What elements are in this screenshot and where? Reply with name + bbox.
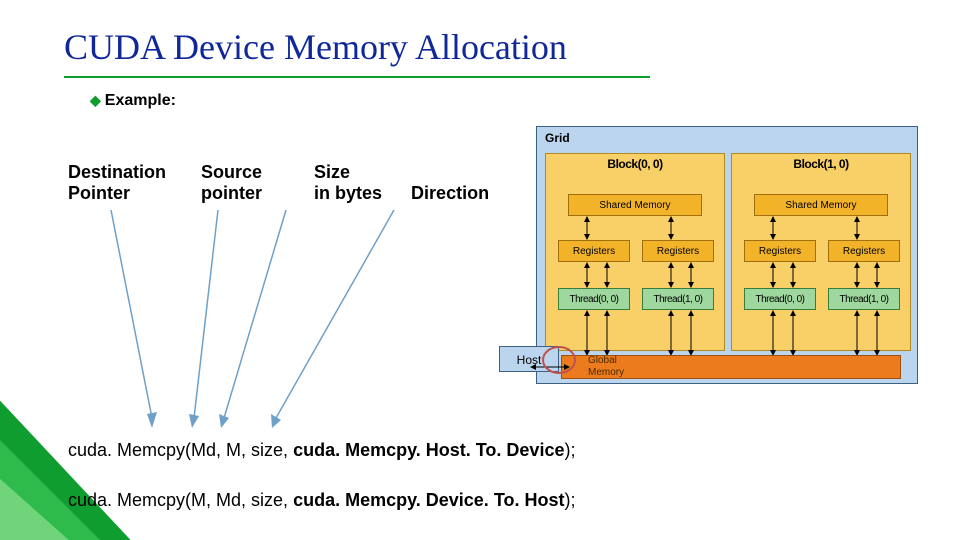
label-source: Source	[201, 162, 262, 182]
grid-label: Grid	[545, 131, 570, 145]
conn-thread-gmem-0a	[582, 310, 592, 356]
conn-shmem-reg-0b	[666, 216, 676, 240]
conn-thread-gmem-1d	[872, 310, 882, 356]
code1-bold: cuda. Memcpy. Host. To. Device	[293, 440, 564, 460]
shared-memory-1: Shared Memory	[754, 194, 888, 216]
conn-reg-thread-0d	[686, 262, 696, 288]
conn-reg-thread-1c	[852, 262, 862, 288]
conn-reg-thread-1b	[788, 262, 798, 288]
registers-1-0: Registers	[744, 240, 816, 262]
title-underline	[64, 76, 650, 78]
example-label: Example:	[105, 92, 176, 109]
label-direction: Direction	[411, 183, 489, 203]
registers-0-1: Registers	[642, 240, 714, 262]
conn-reg-thread-1a	[768, 262, 778, 288]
arrow-direction	[264, 210, 404, 428]
code2-bold: cuda. Memcpy. Device. To. Host	[293, 490, 564, 510]
label-size: Size	[314, 162, 350, 182]
registers-0-0: Registers	[558, 240, 630, 262]
code-line-2: cuda. Memcpy(M, Md, size, cuda. Memcpy. …	[68, 490, 575, 511]
block-0-label: Block(0, 0)	[546, 154, 724, 171]
thread-0-1: Thread(1, 0)	[642, 288, 714, 310]
conn-thread-gmem-1b	[788, 310, 798, 356]
code2-post: );	[564, 490, 575, 510]
arrow-destination	[106, 210, 166, 428]
block-1-label: Block(1, 0)	[732, 154, 910, 171]
page-title: CUDA Device Memory Allocation	[64, 26, 567, 68]
code2-pre: cuda. Memcpy(M, Md, size,	[68, 490, 293, 510]
host-ellipse-icon	[541, 345, 577, 375]
label-source-2: pointer	[201, 183, 262, 203]
shared-memory-0: Shared Memory	[568, 194, 702, 216]
conn-thread-gmem-0c	[666, 310, 676, 356]
block-1-0: Block(1, 0) Shared Memory Registers Regi…	[731, 153, 911, 351]
grid-diagram: Grid Block(0, 0) Shared Memory Registers…	[536, 126, 918, 384]
conn-reg-thread-1d	[872, 262, 882, 288]
conn-shmem-reg-1b	[852, 216, 862, 240]
label-size-2: in bytes	[314, 183, 382, 203]
conn-reg-thread-0c	[666, 262, 676, 288]
conn-thread-gmem-1c	[852, 310, 862, 356]
thread-0-0: Thread(0, 0)	[558, 288, 630, 310]
param-labels: DestinationPointer Sourcepointer Sizein …	[68, 162, 489, 204]
conn-thread-gmem-0b	[602, 310, 612, 356]
conn-reg-thread-0b	[602, 262, 612, 288]
example-bullet: ◆Example:	[90, 92, 176, 110]
bullet-diamond-icon: ◆	[90, 92, 101, 108]
conn-thread-gmem-0d	[686, 310, 696, 356]
global-memory-label-1: Global	[588, 355, 900, 367]
code1-pre: cuda. Memcpy(Md, M, size,	[68, 440, 293, 460]
code1-post: );	[564, 440, 575, 460]
thread-1-1: Thread(1, 0)	[828, 288, 900, 310]
thread-1-0: Thread(0, 0)	[744, 288, 816, 310]
conn-shmem-reg-0a	[582, 216, 592, 240]
label-destination: Destination	[68, 162, 166, 182]
block-0-0: Block(0, 0) Shared Memory Registers Regi…	[545, 153, 725, 351]
conn-reg-thread-0a	[582, 262, 592, 288]
slide: CUDA Device Memory Allocation ◆Example: …	[0, 0, 960, 540]
global-memory: Global Memory	[561, 355, 901, 379]
registers-1-1: Registers	[828, 240, 900, 262]
label-destination-2: Pointer	[68, 183, 130, 203]
conn-thread-gmem-1a	[768, 310, 778, 356]
conn-shmem-reg-1a	[768, 216, 778, 240]
global-memory-label-2: Memory	[588, 367, 900, 379]
code-line-1: cuda. Memcpy(Md, M, size, cuda. Memcpy. …	[68, 440, 575, 461]
